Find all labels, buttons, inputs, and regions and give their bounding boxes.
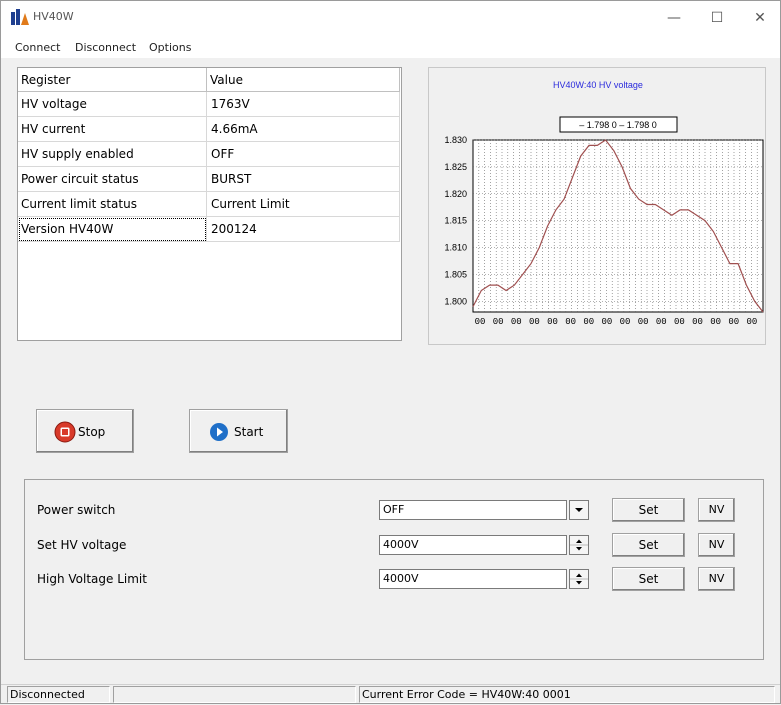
x-tick-label: 00: [656, 317, 667, 327]
set-voltage-limit-button[interactable]: Set: [612, 567, 685, 591]
y-tick-label: 1.825: [444, 162, 467, 172]
register-value-cell: BURST: [207, 167, 400, 192]
y-tick-label: 1.805: [444, 269, 467, 279]
window-title: HV40W: [33, 10, 74, 23]
nv-power-switch-button[interactable]: NV: [698, 498, 735, 522]
x-tick-label: 00: [602, 317, 613, 327]
connection-status: Disconnected: [7, 686, 110, 703]
menu-options[interactable]: Options: [149, 41, 191, 54]
power-switch-label: Power switch: [37, 503, 116, 517]
set-power-switch-button[interactable]: Set: [612, 498, 685, 522]
menu-connect[interactable]: Connect: [15, 41, 60, 54]
stop-label: Stop: [78, 425, 106, 439]
dropdown-arrow-button[interactable]: [569, 500, 589, 520]
hv-voltage-chart: HV40W:40 HV voltage 1.830 1.825 1.820 1.815 1…: [428, 67, 766, 345]
y-tick-label: 1.810: [444, 243, 467, 253]
chevron-down-icon: [575, 508, 583, 512]
x-tick-label: 00: [747, 317, 758, 327]
x-tick-label: 00: [565, 317, 576, 327]
minimize-button[interactable]: —: [654, 6, 694, 30]
high-voltage-limit-label: High Voltage Limit: [37, 572, 147, 586]
register-name-cell: HV voltage: [18, 92, 207, 117]
x-tick-label: 00: [674, 317, 685, 327]
register-name-cell: HV supply enabled: [18, 142, 207, 167]
x-tick-label: 00: [511, 317, 522, 327]
x-tick-label: 00: [583, 317, 594, 327]
x-tick-label: 00: [529, 317, 540, 327]
menu-disconnect[interactable]: Disconnect: [75, 41, 136, 54]
x-tick-label: 00: [475, 317, 486, 327]
y-tick-label: 1.800: [444, 296, 467, 306]
start-label: Start: [234, 425, 264, 439]
status-pane-empty: [113, 686, 356, 703]
set-hv-voltage-button[interactable]: Set: [612, 533, 685, 557]
x-tick-label: 00: [620, 317, 631, 327]
register-name-cell: HV current: [18, 117, 207, 142]
y-tick-label: 1.815: [444, 216, 467, 226]
stop-icon: [54, 421, 76, 446]
legend-text: – 1.798 0 – 1.798 0: [579, 120, 657, 130]
x-tick-label: 00: [638, 317, 649, 327]
register-value-cell: 200124: [207, 217, 400, 242]
power-switch-select[interactable]: OFF: [379, 500, 567, 520]
spin-arrows-icon: [570, 539, 588, 551]
register-name-cell: Power circuit status: [18, 167, 207, 192]
y-tick-label: 1.820: [444, 189, 467, 199]
app-logo-icon: [11, 9, 29, 25]
play-icon: [209, 422, 229, 445]
voltage-limit-spinner[interactable]: [569, 569, 589, 589]
high-voltage-limit-input[interactable]: 4000V: [379, 569, 567, 589]
close-button[interactable]: ✕: [740, 6, 780, 30]
maximize-button[interactable]: ☐: [697, 6, 737, 30]
set-hv-voltage-label: Set HV voltage: [37, 538, 127, 552]
spin-arrows-icon: [570, 573, 588, 585]
register-table[interactable]: Register Value HV voltage 1763V HV curre…: [17, 67, 402, 341]
register-value-cell: 1763V: [207, 92, 400, 117]
plot-area: [472, 139, 764, 313]
hv-voltage-spinner[interactable]: [569, 535, 589, 555]
x-tick-label: 00: [547, 317, 558, 327]
column-header-value[interactable]: Value: [207, 68, 400, 92]
x-tick-label: 00: [710, 317, 721, 327]
stop-button[interactable]: Stop: [36, 409, 134, 453]
y-tick-label: 1.830: [444, 135, 467, 145]
x-tick-label: 00: [493, 317, 504, 327]
start-button[interactable]: Start: [189, 409, 288, 453]
register-name-cell: Current limit status: [18, 192, 207, 217]
chart-canvas: HV40W:40 HV voltage 1.830 1.825 1.820 1.815 1…: [444, 80, 764, 327]
chart-title: HV40W:40 HV voltage: [553, 80, 643, 90]
nv-hv-voltage-button[interactable]: NV: [698, 533, 735, 557]
set-hv-voltage-input[interactable]: 4000V: [379, 535, 567, 555]
error-code-status: Current Error Code = HV40W:40 0001: [359, 686, 775, 703]
register-value-cell: Current Limit: [207, 192, 400, 217]
x-tick-label: 00: [728, 317, 739, 327]
x-tick-label: 00: [692, 317, 703, 327]
register-name-cell: Version HV40W: [18, 217, 207, 242]
nv-voltage-limit-button[interactable]: NV: [698, 567, 735, 591]
register-value-cell: 4.66mA: [207, 117, 400, 142]
column-header-register[interactable]: Register: [18, 68, 207, 92]
register-value-cell: OFF: [207, 142, 400, 167]
